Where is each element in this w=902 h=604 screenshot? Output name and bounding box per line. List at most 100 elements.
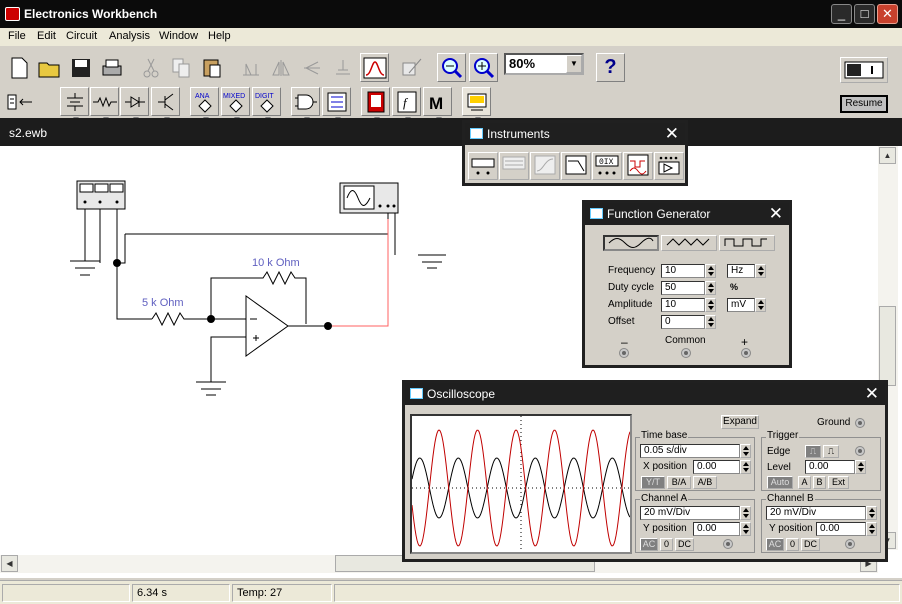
resume-button[interactable]: Resume <box>840 95 888 113</box>
minimize-button[interactable]: _ <box>831 4 852 24</box>
x-position-spinner[interactable] <box>740 460 751 474</box>
channel-a-scale-input[interactable]: 20 mV/Div <box>640 506 740 520</box>
instrument-multimeter[interactable]: 0IX <box>592 152 622 180</box>
channel-b-scale-input[interactable]: 20 mV/Div <box>766 506 866 520</box>
zoom-out-button[interactable] <box>437 53 466 82</box>
channel-b-terminal[interactable] <box>845 539 855 549</box>
trigger-ext-button[interactable]: Ext <box>828 476 849 489</box>
triangle-wave-button[interactable] <box>661 235 717 251</box>
miscellaneous-bin-button[interactable]: M <box>423 87 452 121</box>
instrument-word-generator[interactable] <box>499 152 529 180</box>
rising-edge-button[interactable]: ⎍ <box>805 445 821 458</box>
copy-button[interactable] <box>166 53 195 82</box>
sine-wave-button[interactable] <box>603 235 659 251</box>
cut-button[interactable] <box>136 53 165 82</box>
indicators-bin-button[interactable] <box>361 87 390 121</box>
basic-bin-button[interactable] <box>90 87 119 121</box>
rotate-button[interactable] <box>236 53 265 82</box>
trigger-level-spinner[interactable] <box>855 460 866 474</box>
channel-a-ac-button[interactable]: AC <box>640 538 658 551</box>
instrument-network-analyzer[interactable] <box>561 152 591 180</box>
timebase-spinner[interactable] <box>740 444 751 458</box>
falling-edge-button[interactable]: ⎍ <box>823 445 839 458</box>
maximize-button[interactable]: □ <box>854 4 875 24</box>
channel-b-ac-button[interactable]: AC <box>766 538 784 551</box>
timebase-input[interactable]: 0.05 s/div <box>640 444 740 458</box>
flip-vertical-button[interactable] <box>297 53 326 82</box>
frequency-unit-spinner[interactable] <box>755 264 766 278</box>
mixed-ics-bin-button[interactable]: MIXED <box>221 87 250 121</box>
controls-bin-button[interactable]: f <box>392 87 421 121</box>
minus-terminal[interactable] <box>619 348 629 358</box>
edit-component-button[interactable] <box>398 53 427 82</box>
menu-window[interactable]: Window <box>159 30 198 42</box>
trigger-a-button[interactable]: A <box>798 476 811 489</box>
scroll-left-icon[interactable]: ◀ <box>1 555 18 572</box>
ba-mode-button[interactable]: B/A <box>667 476 691 489</box>
menu-help[interactable]: Help <box>208 30 231 42</box>
power-switch[interactable] <box>840 57 888 83</box>
trigger-auto-button[interactable]: Auto <box>767 476 793 489</box>
sources-bin-button[interactable] <box>60 87 89 121</box>
duty-cycle-spinner[interactable] <box>705 281 716 295</box>
print-button[interactable] <box>97 53 126 82</box>
channel-b-ypos-spinner[interactable] <box>866 522 877 536</box>
frequency-unit-select[interactable]: Hz <box>727 264 755 278</box>
common-terminal[interactable] <box>681 348 691 358</box>
digital-ics-bin-button[interactable]: DIGIT <box>252 87 281 121</box>
trigger-level-input[interactable]: 0.00 <box>805 460 855 474</box>
instruments-bin-button[interactable] <box>462 87 491 121</box>
expand-button[interactable]: Expand <box>721 415 759 429</box>
save-button[interactable] <box>66 53 95 82</box>
channel-a-scale-spinner[interactable] <box>740 506 751 520</box>
offset-spinner[interactable] <box>705 315 716 329</box>
diodes-bin-button[interactable] <box>120 87 149 121</box>
component-properties-button[interactable] <box>328 53 357 82</box>
channel-b-ypos-input[interactable]: 0.00 <box>816 522 866 536</box>
paste-button[interactable] <box>197 53 226 82</box>
channel-a-ypos-spinner[interactable] <box>740 522 751 536</box>
zoom-in-button[interactable] <box>469 53 498 82</box>
vertical-scroll-thumb[interactable] <box>879 306 896 386</box>
ground-terminal[interactable] <box>855 418 865 428</box>
instrument-bode-plotter[interactable] <box>530 152 560 180</box>
analog-ics-bin-button[interactable]: ANA <box>190 87 219 121</box>
instrument-logic-converter[interactable] <box>654 152 684 180</box>
amplitude-unit-select[interactable]: mV <box>727 298 755 312</box>
channel-b-zero-button[interactable]: 0 <box>786 538 799 551</box>
flip-horizontal-button[interactable] <box>266 53 295 82</box>
duty-cycle-input[interactable]: 50 <box>661 281 705 295</box>
close-icon[interactable]: ✕ <box>865 384 879 403</box>
instrument-multimeter-bar[interactable] <box>468 152 498 180</box>
ab-mode-button[interactable]: A/B <box>693 476 717 489</box>
menu-file[interactable]: File <box>8 30 26 42</box>
amplitude-unit-spinner[interactable] <box>755 298 766 312</box>
square-wave-button[interactable] <box>719 235 775 251</box>
channel-a-dc-button[interactable]: DC <box>675 538 694 551</box>
trigger-b-button[interactable]: B <box>813 476 826 489</box>
frequency-input[interactable]: 10 <box>661 264 705 278</box>
toggle-parts-bin-button[interactable] <box>4 87 36 116</box>
close-icon[interactable]: ✕ <box>769 204 783 223</box>
offset-input[interactable]: 0 <box>661 315 705 329</box>
menu-analysis[interactable]: Analysis <box>109 30 150 42</box>
x-position-input[interactable]: 0.00 <box>693 460 740 474</box>
menu-circuit[interactable]: Circuit <box>66 30 97 42</box>
trigger-terminal[interactable] <box>855 446 865 456</box>
close-icon[interactable]: ✕ <box>665 124 679 143</box>
amplitude-input[interactable]: 10 <box>661 298 705 312</box>
instrument-function-generator[interactable] <box>623 152 653 180</box>
zoom-select[interactable]: 80% ▼ <box>504 53 584 75</box>
digital-bin-button[interactable] <box>322 87 351 121</box>
channel-a-ypos-input[interactable]: 0.00 <box>693 522 740 536</box>
frequency-spinner[interactable] <box>705 264 716 278</box>
amplitude-spinner[interactable] <box>705 298 716 312</box>
channel-b-dc-button[interactable]: DC <box>801 538 820 551</box>
open-file-button[interactable] <box>35 53 64 82</box>
scroll-up-icon[interactable]: ▲ <box>879 147 896 164</box>
channel-b-scale-spinner[interactable] <box>866 506 877 520</box>
analysis-graphs-button[interactable] <box>360 53 389 82</box>
menu-edit[interactable]: Edit <box>37 30 56 42</box>
plus-terminal[interactable] <box>741 348 751 358</box>
new-file-button[interactable] <box>4 53 33 82</box>
